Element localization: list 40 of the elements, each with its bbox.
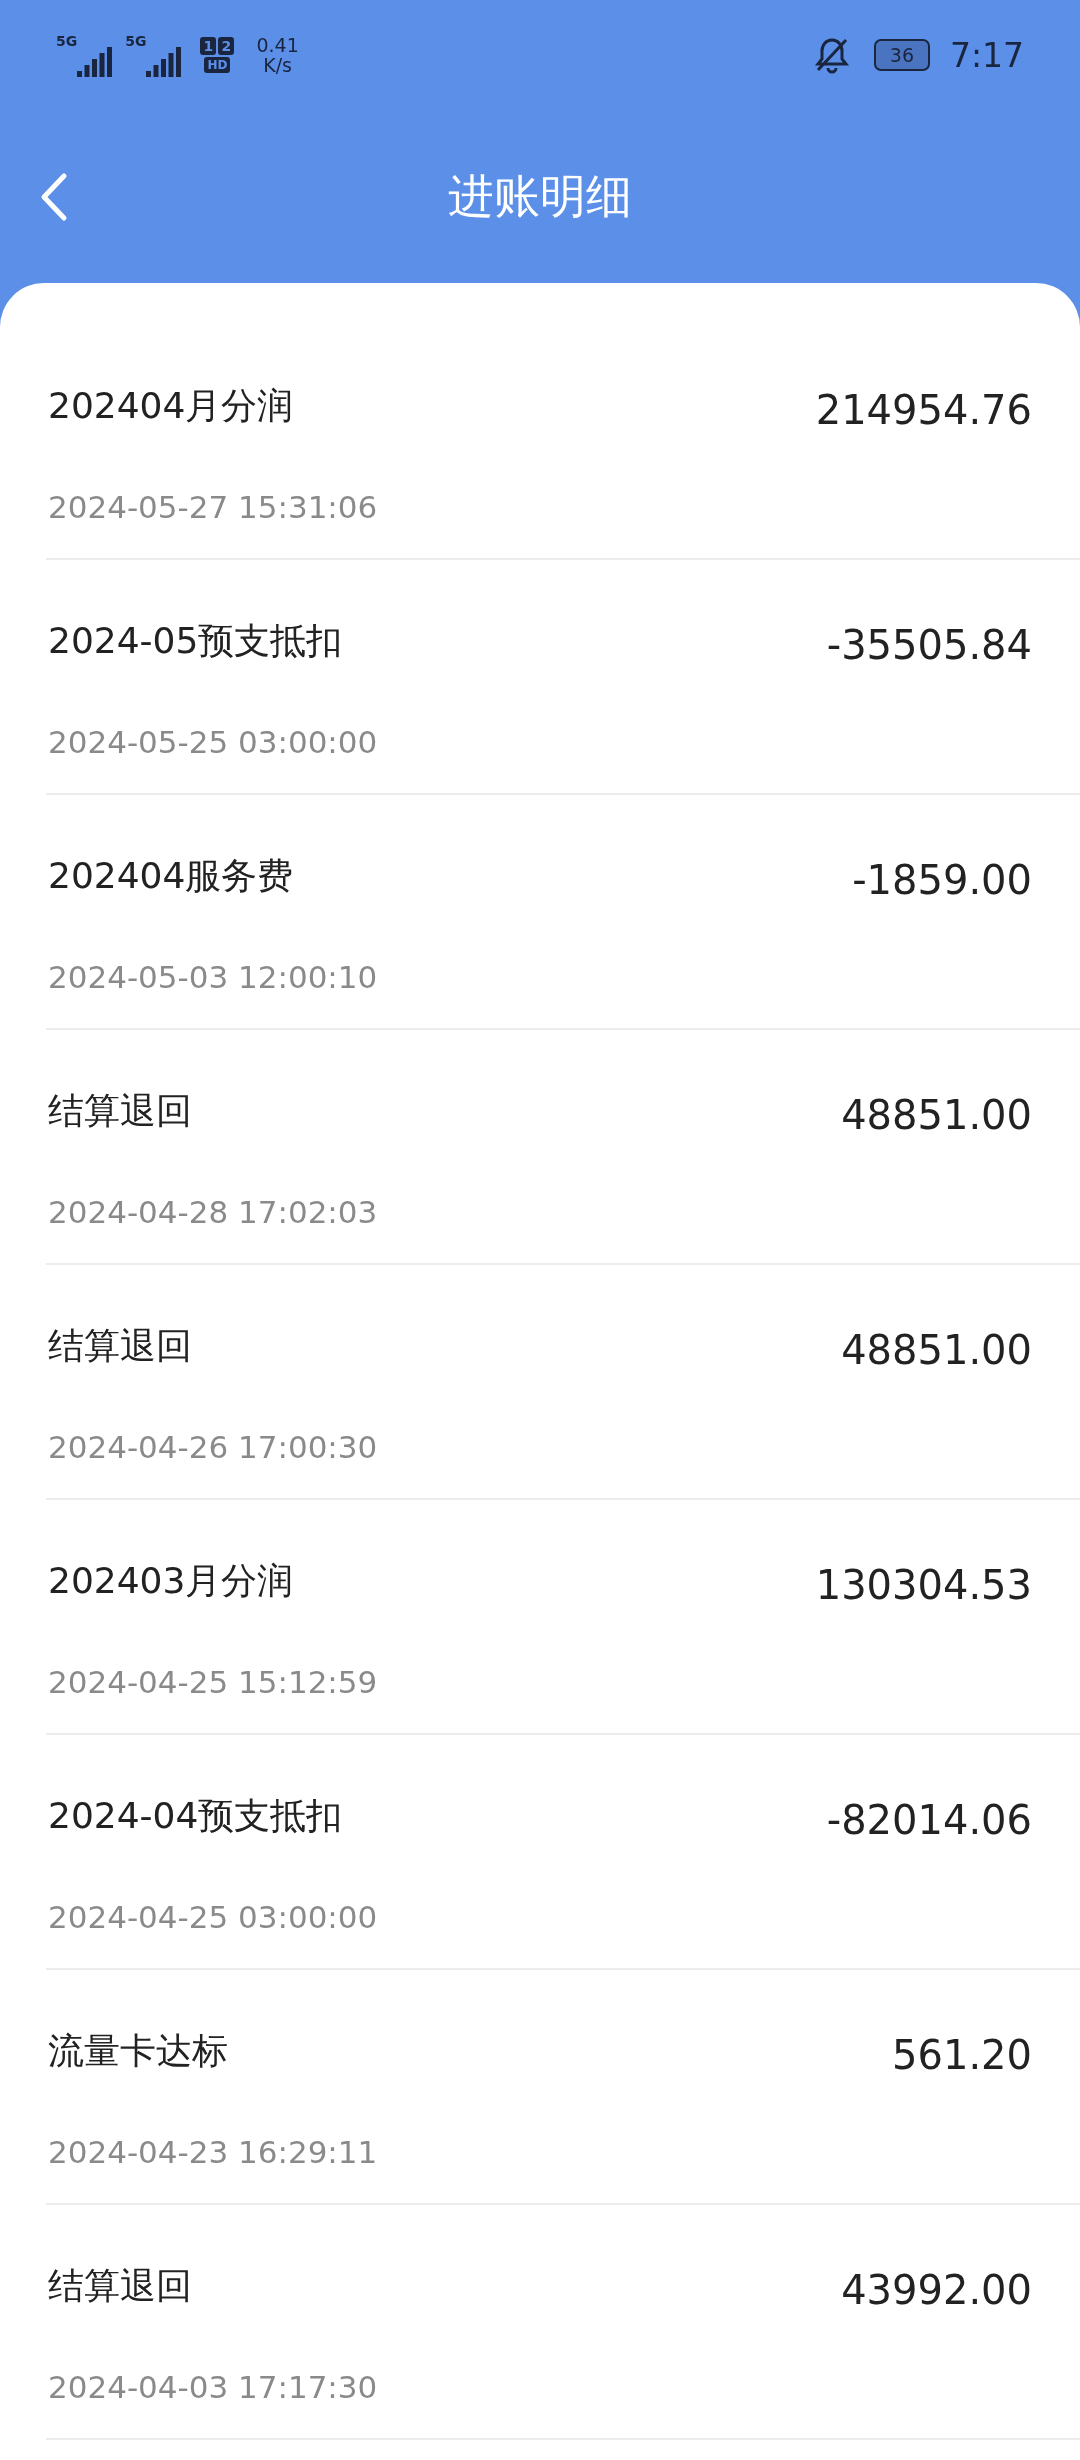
entry-date: 2024-05-25 03:00:00 — [48, 722, 379, 762]
entry-amount: -1859.00 — [852, 857, 1032, 905]
hd-badge: HD — [204, 57, 231, 73]
entry-date: 2024-04-23 16:29:11 — [48, 2132, 379, 2172]
entry-title: 结算退回 — [48, 2264, 193, 2308]
entry-amount: -35505.84 — [826, 622, 1032, 670]
entry-date: 2024-05-03 12:00:10 — [48, 957, 379, 997]
battery-icon: 36 — [873, 39, 930, 71]
entry-amount: 48851.00 — [841, 1092, 1032, 1140]
network-type-label: 5G — [56, 33, 78, 49]
signal-icon — [146, 47, 183, 77]
page-title: 进账明细 — [448, 167, 632, 225]
entry-date: 2024-04-25 15:12:59 — [48, 1662, 379, 1702]
entry-date: 2024-04-28 17:02:03 — [48, 1192, 379, 1232]
entry-title: 结算退回 — [48, 1324, 193, 1368]
signal-icon — [77, 47, 114, 77]
sim-badge: 2 — [218, 37, 235, 55]
entry-title: 流量卡达标 — [48, 2029, 229, 2073]
clock-time: 7:17 — [949, 35, 1024, 75]
network-speed: 0.41 — [256, 35, 299, 55]
entry-amount: 214954.76 — [815, 387, 1032, 435]
entry-amount: 130304.53 — [815, 1562, 1032, 1610]
entry-amount: -82014.06 — [826, 1797, 1032, 1845]
entry-title: 202404服务费 — [48, 854, 295, 898]
entry-date: 2024-04-26 17:00:30 — [48, 1427, 379, 1467]
entry-date: 2024-05-27 15:31:06 — [48, 487, 379, 527]
speed-unit: K/s — [263, 55, 292, 75]
entry-amount: 43992.00 — [841, 2267, 1032, 2315]
entry-title: 202404月分润 — [48, 384, 295, 428]
entry-amount: 48851.00 — [841, 1327, 1032, 1375]
bell-muted-icon — [813, 36, 850, 74]
sim-badge: 1 — [200, 37, 217, 55]
entry-title: 结算退回 — [48, 1089, 193, 1133]
entry-date: 2024-04-25 03:00:00 — [48, 1897, 379, 1937]
entry-title: 2024-04预支抵扣 — [48, 1794, 344, 1838]
entry-amount: 561.20 — [892, 2032, 1032, 2080]
network-type-label: 5G — [125, 33, 147, 49]
entry-title: 2024-05预支抵扣 — [48, 619, 344, 663]
entry-date: 2024-04-03 17:17:30 — [48, 2367, 379, 2407]
entry-title: 202403月分润 — [48, 1559, 295, 1603]
